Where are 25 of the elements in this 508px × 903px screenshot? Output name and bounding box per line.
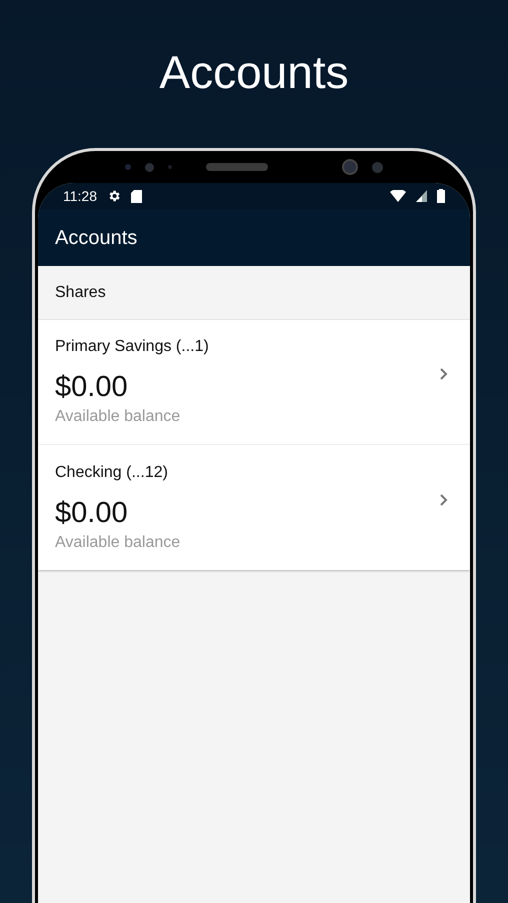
camera-icon	[342, 159, 358, 175]
sensor-icon	[145, 162, 154, 172]
balance-label: Available balance	[55, 532, 182, 552]
account-balance: $0.00	[55, 370, 129, 405]
sensor-icon	[372, 162, 383, 172]
wifi-icon	[390, 190, 406, 202]
sensor-icon	[168, 165, 172, 169]
balance-label: Available balance	[55, 407, 182, 427]
sd-card-icon	[131, 190, 142, 202]
signal-icon	[416, 190, 427, 202]
gear-icon	[107, 189, 121, 203]
status-time: 11:28	[63, 186, 97, 206]
sensor-icon	[125, 164, 131, 170]
headline: Accounts	[159, 45, 349, 100]
chevron-right-icon	[439, 367, 448, 381]
chevron-right-icon	[439, 492, 448, 506]
account-name: Primary Savings (...1)	[55, 337, 210, 357]
account-row[interactable]: Primary Savings (...1) $0.00 Available balance	[38, 320, 470, 445]
battery-icon	[437, 189, 445, 203]
account-balance: $0.00	[55, 496, 129, 530]
account-row[interactable]: Checking (...12) $0.00 Available balance	[38, 445, 470, 570]
account-name: Checking (...12)	[55, 462, 169, 482]
app-bar-title: Accounts	[55, 226, 138, 250]
section-title: Shares	[55, 282, 106, 302]
speaker-grille	[206, 163, 268, 171]
